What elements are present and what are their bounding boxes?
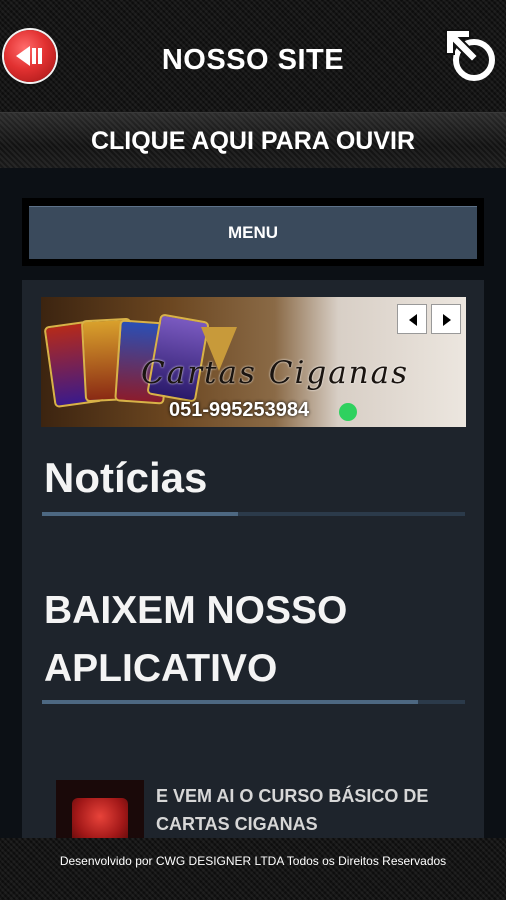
app-header: NOSSO SITE xyxy=(0,0,506,112)
whatsapp-icon xyxy=(339,403,357,421)
banner-phone: 051-995253984 xyxy=(169,399,310,421)
share-button[interactable] xyxy=(440,26,500,86)
footer-credits: Desenvolvido por CWG DESIGNER LTDA Todos… xyxy=(59,854,447,868)
menu-button[interactable]: MENU xyxy=(29,206,477,259)
arrow-right-icon xyxy=(443,314,451,326)
section-divider xyxy=(42,700,465,704)
listen-bar[interactable]: CLIQUE AQUI PARA OUVIR xyxy=(0,112,506,169)
banner-title: Cartas Ciganas xyxy=(141,355,410,391)
listen-label: CLIQUE AQUI PARA OUVIR xyxy=(90,127,416,155)
footer: Desenvolvido por CWG DESIGNER LTDA Todos… xyxy=(0,838,506,900)
arrow-left-icon xyxy=(409,314,417,326)
news-heading: Notícias xyxy=(44,454,208,501)
share-icon xyxy=(445,29,495,81)
page-title: NOSSO SITE xyxy=(161,44,345,76)
menu-container: MENU xyxy=(22,198,484,266)
download-app-heading[interactable]: BAIXEM NOSSO APLICATIVO xyxy=(44,582,464,698)
news-item-title[interactable]: E VEM AI O CURSO BÁSICO DE CARTAS CIGANA… xyxy=(156,782,466,838)
slider-next-button[interactable] xyxy=(431,304,461,334)
slider-prev-button[interactable] xyxy=(397,304,427,334)
news-thumbnail[interactable] xyxy=(56,780,144,840)
section-divider xyxy=(42,512,465,516)
